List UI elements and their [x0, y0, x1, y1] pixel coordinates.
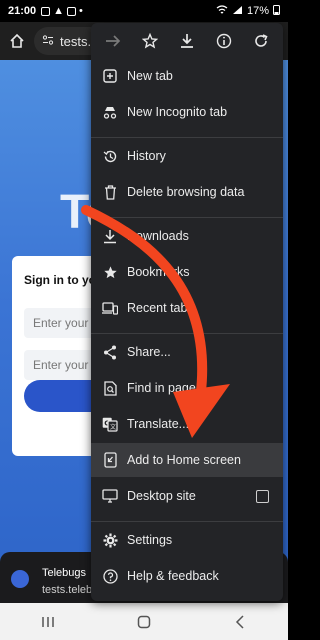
- menu-item-bookmarks[interactable]: Bookmarks: [91, 255, 283, 289]
- downloads-icon: [91, 229, 127, 244]
- banner-title: Telebugs: [42, 567, 87, 579]
- trash-icon: [91, 184, 127, 200]
- recent-apps-icon[interactable]: [28, 607, 68, 637]
- system-nav-bar: [0, 603, 288, 640]
- menu-divider: [91, 521, 283, 522]
- refresh-icon[interactable]: [247, 27, 275, 55]
- devices-icon: [91, 301, 127, 315]
- menu-item-new-incognito-tab[interactable]: New Incognito tab: [91, 95, 283, 129]
- menu-item-add-to-home-screen[interactable]: Add to Home screen: [91, 443, 283, 477]
- menu-item-label: Settings: [127, 533, 173, 547]
- signin-title: Sign in to yo: [24, 273, 96, 287]
- browser-menu: New tab New Incognito tab History Delete…: [91, 23, 283, 601]
- menu-item-label: Share...: [127, 345, 171, 359]
- battery-icon: [273, 4, 280, 18]
- menu-item-recent-tabs[interactable]: Recent tabs: [91, 291, 283, 325]
- menu-item-label: New Incognito tab: [127, 105, 228, 119]
- telebugs-logo-icon: [11, 570, 29, 588]
- bookmark-star-icon[interactable]: [136, 27, 164, 55]
- star-icon: [91, 265, 127, 280]
- status-bar: 21:00 ▲ • 17%: [0, 0, 288, 22]
- add-to-home-icon: [91, 452, 127, 468]
- signal-icon: [232, 5, 243, 18]
- image-icon: [67, 6, 77, 16]
- menu-item-downloads[interactable]: Downloads: [91, 219, 283, 253]
- wifi-icon: [216, 4, 228, 18]
- translate-icon: G文: [91, 417, 127, 432]
- notification-icons: ▲ •: [41, 5, 83, 17]
- desktop-site-checkbox[interactable]: [256, 489, 269, 503]
- menu-item-label: Delete browsing data: [127, 185, 245, 199]
- help-icon: [91, 568, 127, 584]
- find-icon: [91, 380, 127, 396]
- menu-item-share[interactable]: Share...: [91, 335, 283, 369]
- menu-item-label: Downloads: [127, 229, 189, 243]
- back-icon[interactable]: [220, 607, 260, 637]
- new-tab-icon: [91, 69, 127, 83]
- menu-item-label: Recent tabs: [127, 301, 194, 315]
- menu-item-label: Help & feedback: [127, 569, 219, 583]
- menu-item-delete-browsing-data[interactable]: Delete browsing data: [91, 175, 283, 209]
- desktop-icon: [91, 489, 127, 503]
- menu-item-label: History: [127, 149, 166, 163]
- menu-item-find-in-page[interactable]: Find in page: [91, 371, 283, 405]
- notification-square-icon: [41, 6, 51, 16]
- menu-item-help-feedback[interactable]: Help & feedback: [91, 559, 283, 593]
- settings-icon: [91, 533, 127, 548]
- history-icon: [91, 149, 127, 164]
- status-time: 21:00: [8, 5, 37, 17]
- menu-item-label: Add to Home screen: [127, 453, 241, 467]
- upload-icon: ▲: [53, 5, 65, 17]
- menu-item-label: Find in page: [127, 381, 196, 395]
- menu-item-history[interactable]: History: [91, 139, 283, 173]
- dot-icon: •: [79, 5, 83, 17]
- page-info-icon[interactable]: [210, 27, 238, 55]
- home-icon[interactable]: [6, 30, 28, 52]
- menu-divider: [91, 217, 283, 218]
- battery-text: 17%: [246, 5, 269, 17]
- menu-divider: [91, 333, 283, 334]
- incognito-icon: [91, 106, 127, 119]
- menu-item-label: Desktop site: [127, 489, 196, 503]
- menu-divider: [91, 137, 283, 138]
- download-icon[interactable]: [173, 27, 201, 55]
- menu-item-settings[interactable]: Settings: [91, 523, 283, 557]
- menu-item-label: Translate...: [127, 417, 190, 431]
- menu-item-label: Bookmarks: [127, 265, 190, 279]
- menu-item-desktop-site[interactable]: Desktop site: [91, 479, 283, 513]
- menu-top-actions: [91, 23, 283, 59]
- forward-icon[interactable]: [99, 27, 127, 55]
- home-button-icon[interactable]: [124, 607, 164, 637]
- menu-item-label: New tab: [127, 69, 173, 83]
- menu-item-new-tab[interactable]: New tab: [91, 59, 283, 93]
- menu-item-translate[interactable]: G文 Translate...: [91, 407, 283, 441]
- site-settings-icon[interactable]: [42, 34, 54, 49]
- url-text: tests.: [60, 33, 92, 49]
- share-icon: [91, 345, 127, 360]
- svg-text:文: 文: [110, 423, 116, 431]
